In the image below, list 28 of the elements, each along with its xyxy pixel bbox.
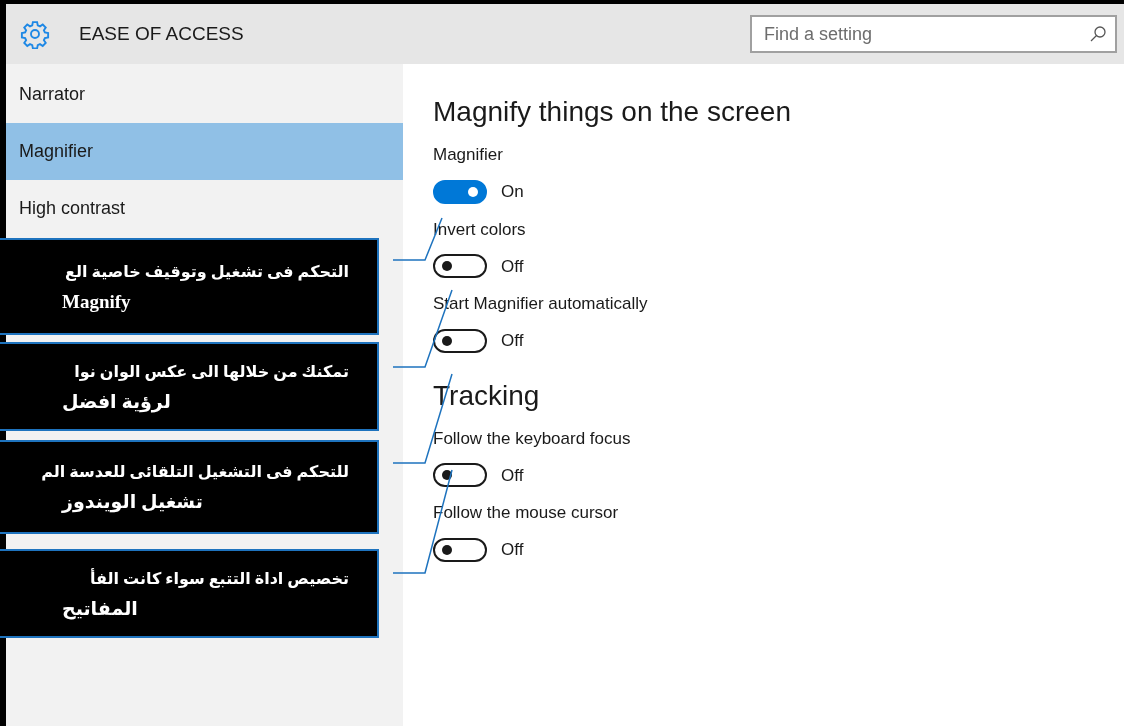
section-heading: Magnify things on the screen [433, 95, 792, 129]
callout-text: تمكنك من خلالها الى عكس الوان نوا [74, 361, 349, 383]
toggle-switch[interactable] [433, 179, 487, 204]
sidebar-item[interactable]: High contrast [6, 180, 403, 237]
toggle-switch[interactable] [433, 328, 487, 353]
toggle-state: Off [501, 464, 524, 487]
toggle-switch[interactable] [433, 537, 487, 562]
search-field[interactable]: Find a setting [750, 15, 1117, 53]
sidebar-item[interactable]: Magnifier [6, 123, 403, 180]
sidebar-item[interactable]: Narrator [6, 66, 403, 123]
callout-text: للتحكم فى التشغيل التلقائى للعدسة الم [41, 462, 349, 483]
callout-text: التحكم فى تشغيل وتوقيف خاصية الع [65, 261, 349, 283]
callout-text: تخصيص اداة التتبع سواء كانت الفأ [90, 567, 349, 590]
callout-text: Magnify [62, 289, 131, 314]
callout-text: لرؤية افضل [62, 389, 171, 415]
settings-icon [20, 19, 50, 49]
toggle-state: Off [501, 255, 524, 278]
toggle-switch[interactable] [433, 254, 487, 279]
search-icon[interactable] [1089, 25, 1107, 43]
setting-label: Magnifier [433, 144, 504, 166]
toggle-state: Off [501, 330, 524, 352]
setting-label: Follow the keyboard focus [433, 427, 632, 450]
toggle-state: Off [501, 539, 524, 561]
page-title: EASE OF ACCESS [79, 21, 244, 46]
toggle-state: On [501, 181, 524, 203]
callout-text: المفاتيح [62, 596, 138, 622]
toggle-switch[interactable] [433, 463, 487, 488]
callout-text: تشغيل الويندوز [62, 490, 203, 515]
